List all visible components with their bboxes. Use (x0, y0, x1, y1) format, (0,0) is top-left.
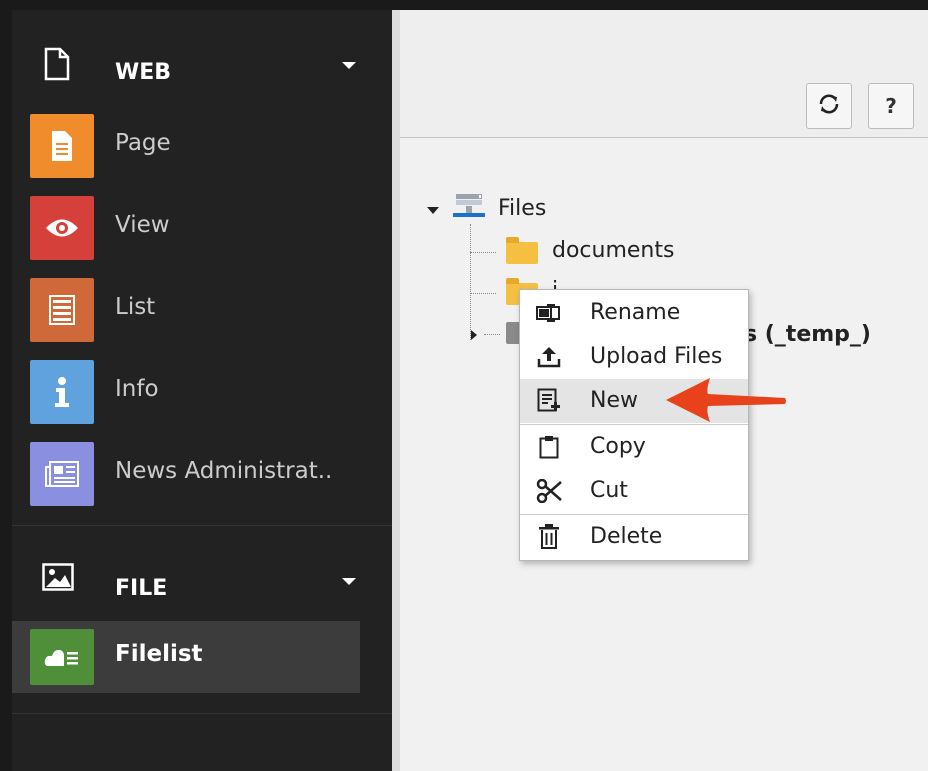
module-label: News Administrat.. (115, 458, 333, 484)
refresh-button[interactable] (806, 83, 852, 129)
context-menu: Rename Upload Files New Copy Cut Delete (519, 289, 749, 561)
module-item-news[interactable]: News Administrat.. (12, 434, 360, 506)
module-label: Page (115, 130, 171, 156)
context-item-label: Delete (590, 524, 663, 549)
cloud-list-icon (30, 629, 94, 685)
module-label: Info (115, 376, 159, 402)
context-item-label: Cut (590, 478, 628, 503)
module-label: View (115, 212, 170, 238)
doc-header: ? (400, 10, 928, 138)
tree-line (484, 334, 500, 335)
clipboard-icon (536, 435, 562, 459)
window-top-edge (0, 0, 928, 10)
upload-icon (536, 345, 562, 369)
group-label-file: FILE (115, 576, 168, 601)
rename-icon (536, 301, 562, 325)
folder-icon (506, 237, 538, 264)
trash-icon (536, 524, 562, 549)
module-item-page[interactable]: Page (12, 106, 360, 178)
tree-root-label[interactable]: Files (498, 196, 546, 221)
context-item-label: Rename (590, 300, 681, 325)
context-item-cut[interactable]: Cut (520, 469, 748, 513)
help-label: ? (885, 94, 897, 118)
context-item-label: Upload Files (590, 344, 723, 369)
annotation-arrow-icon (666, 378, 786, 422)
menu-divider (12, 713, 392, 714)
module-item-info[interactable]: Info (12, 352, 360, 424)
module-item-view[interactable]: View (12, 188, 360, 260)
menu-divider (12, 525, 392, 526)
page-outline-icon (42, 47, 72, 81)
module-menu: WEB Page View List Info News Administrat… (12, 10, 392, 771)
group-header-web[interactable]: WEB (12, 22, 392, 102)
image-icon (42, 563, 74, 593)
help-button[interactable]: ? (868, 83, 914, 129)
window-left-edge (0, 0, 12, 771)
context-item-label: New (590, 388, 638, 413)
tree-node-label[interactable]: documents (552, 238, 674, 263)
expand-toggle-icon[interactable] (427, 207, 439, 214)
tree-node-label[interactable]: s (_temp_) (744, 322, 871, 347)
scissors-icon (536, 479, 562, 503)
module-item-filelist[interactable]: Filelist (12, 621, 360, 693)
page-icon (30, 114, 94, 178)
context-item-label: Copy (590, 434, 646, 459)
group-label-web: WEB (115, 60, 172, 85)
tree-line (470, 252, 496, 253)
module-item-list[interactable]: List (12, 270, 360, 342)
chevron-down-icon[interactable] (342, 62, 356, 69)
tree-line (470, 293, 496, 294)
eye-icon (30, 196, 94, 260)
info-icon (30, 360, 94, 424)
new-file-icon (536, 388, 562, 413)
news-icon (30, 442, 94, 506)
module-label: Filelist (115, 641, 203, 667)
chevron-down-icon[interactable] (342, 578, 356, 585)
context-item-delete[interactable]: Delete (520, 515, 748, 559)
context-item-rename[interactable]: Rename (520, 291, 748, 335)
group-header-file[interactable]: FILE (12, 538, 392, 618)
context-item-upload-files[interactable]: Upload Files (520, 335, 748, 379)
refresh-icon (817, 92, 841, 121)
tree-line (470, 224, 471, 340)
module-label: List (115, 294, 156, 320)
context-item-copy[interactable]: Copy (520, 425, 748, 469)
expand-toggle-icon[interactable] (471, 330, 477, 340)
list-icon (30, 278, 94, 342)
storage-icon (452, 192, 486, 222)
